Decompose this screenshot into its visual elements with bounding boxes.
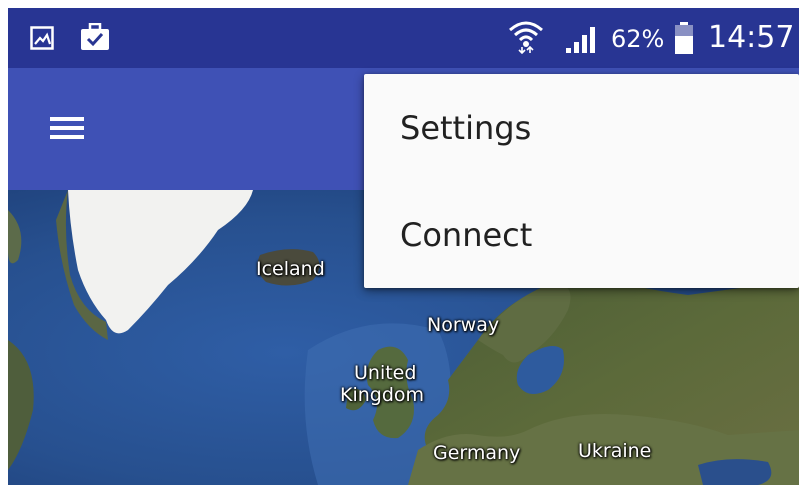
map-label-kingdom: Kingdom xyxy=(340,384,425,406)
briefcase-check-icon xyxy=(80,22,110,56)
map-label-ukraine: Ukraine xyxy=(578,440,652,462)
menu-item-connect-label: Connect xyxy=(400,216,533,254)
menu-item-settings-label: Settings xyxy=(400,109,532,147)
map-label-iceland: Iceland xyxy=(256,258,325,280)
map-label-norway: Norway xyxy=(427,314,500,336)
gallery-icon xyxy=(30,26,54,55)
navigation-menu-button[interactable] xyxy=(38,100,94,156)
wifi-icon xyxy=(508,20,544,59)
status-bar: 62% 14:57 xyxy=(8,8,799,68)
signal-icon xyxy=(564,24,600,59)
menu-item-settings[interactable]: Settings xyxy=(364,74,799,181)
menu-item-connect[interactable]: Connect xyxy=(364,181,799,288)
map-label-united: United xyxy=(354,362,417,384)
battery-icon xyxy=(675,22,693,59)
status-time: 14:57 xyxy=(708,20,795,55)
battery-percent: 62% xyxy=(611,25,665,53)
phone-screen: 62% 14:57 Iceland Norway United Kingdom … xyxy=(8,8,799,485)
map-label-germany: Germany xyxy=(433,442,521,464)
overflow-menu: Settings Connect xyxy=(364,74,799,288)
hamburger-icon xyxy=(50,117,84,139)
